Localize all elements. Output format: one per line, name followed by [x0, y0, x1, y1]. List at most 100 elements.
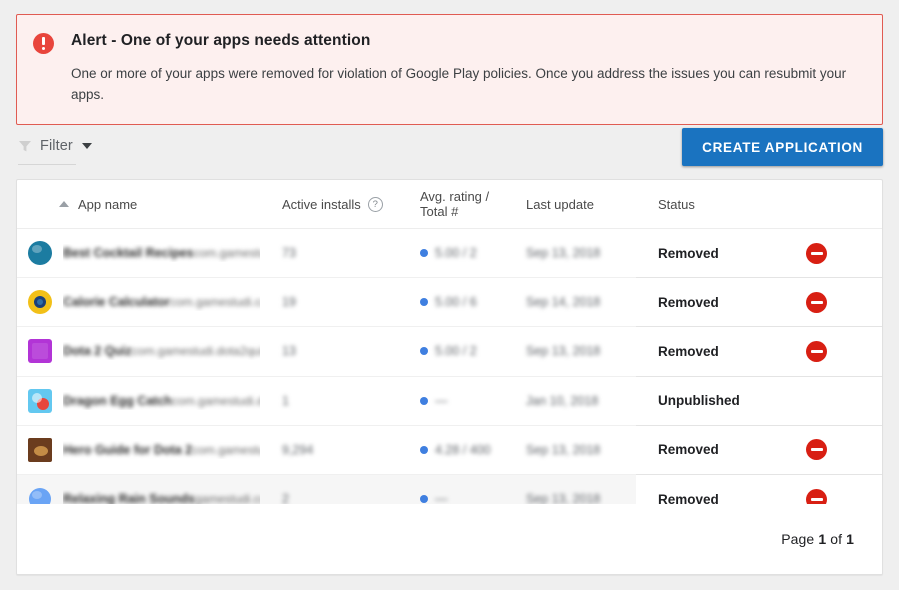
help-icon[interactable]: ?	[368, 197, 383, 212]
cell-status: Removed	[636, 425, 776, 474]
table-row[interactable]: Calorie Calculatorcom.gamestudi.caloriec…	[17, 278, 882, 327]
rating-dot-icon	[420, 298, 428, 306]
status-badge: Removed	[636, 442, 776, 457]
app-package: com.gamestudi.dota2herogui...	[192, 443, 260, 457]
cell-action	[776, 229, 882, 278]
cell-avg-rating: —	[400, 376, 504, 425]
applications-card: App name Active installs ? Avg. rating /	[16, 179, 883, 575]
column-header-active-installs-label: Active installs	[282, 197, 361, 212]
active-installs-value: 1	[260, 394, 400, 408]
app-package: com.gamestudi.cocktailfox	[194, 246, 260, 260]
column-header-actions	[776, 180, 882, 229]
app-package: com.gamestudi.dota2quiz	[132, 344, 260, 358]
app-package: com.gamestudi.drop.android	[172, 394, 260, 408]
cell-active-installs: 1	[260, 376, 400, 425]
app-icon-wrap	[27, 388, 53, 414]
cell-app-name[interactable]: Hero Guide for Dota 2com.gamestudi.dota2…	[17, 425, 260, 474]
status-badge: Removed	[636, 295, 776, 310]
avg-rating-value: 4.28 / 400	[435, 443, 491, 457]
cell-avg-rating: 5.00 / 6	[400, 278, 504, 327]
toolbar: Filter CREATE APPLICATION	[0, 126, 899, 174]
cell-last-update: Sep 13, 2018	[504, 327, 636, 376]
rating-dot-icon	[420, 446, 428, 454]
alert-exclamation-icon	[33, 33, 54, 54]
app-name: Dota 2 Quiz	[63, 344, 132, 358]
remove-circle-icon[interactable]	[806, 243, 827, 264]
avg-rating-value: —	[435, 394, 448, 408]
create-application-button[interactable]: CREATE APPLICATION	[682, 128, 883, 166]
column-header-last-update-label: Last update	[526, 197, 594, 212]
alert-body: Alert - One of your apps needs attention…	[71, 32, 862, 105]
rating-dot-icon	[420, 347, 428, 355]
app-name: Dragon Egg Catch	[63, 394, 172, 408]
avg-rating-value: 5.00 / 2	[435, 246, 477, 260]
table-body: Best Cocktail Recipescom.gamestudi.cockt…	[17, 229, 882, 524]
cell-active-installs: 19	[260, 278, 400, 327]
remove-circle-icon[interactable]	[806, 292, 827, 313]
cell-app-name[interactable]: Dota 2 Quizcom.gamestudi.dota2quiz	[17, 327, 260, 376]
column-header-last-update[interactable]: Last update	[504, 180, 636, 229]
cell-last-update: Sep 13, 2018	[504, 425, 636, 474]
active-installs-value: 9,294	[260, 443, 400, 457]
cell-last-update: Sep 13, 2018	[504, 229, 636, 278]
column-header-status[interactable]: Status	[636, 180, 776, 229]
last-update-value: Sep 13, 2018	[504, 246, 636, 260]
page-current: 1	[818, 531, 826, 547]
chevron-down-icon	[82, 143, 92, 149]
cell-active-installs: 13	[260, 327, 400, 376]
page-total: 1	[846, 531, 854, 547]
cell-action	[776, 425, 882, 474]
alert-banner: Alert - One of your apps needs attention…	[16, 14, 883, 125]
alert-message: One or more of your apps were removed fo…	[71, 63, 862, 105]
rating-dot-icon	[420, 397, 428, 405]
column-header-avg-rating-label-2: Total #	[420, 204, 458, 219]
remove-circle-icon[interactable]	[806, 341, 827, 362]
cell-active-installs: 73	[260, 229, 400, 278]
cell-status: Removed	[636, 278, 776, 327]
app-package: com.gamestudi.caloriecalcul...	[170, 295, 260, 309]
table-row[interactable]: Hero Guide for Dota 2com.gamestudi.dota2…	[17, 425, 882, 474]
avg-rating-value: 5.00 / 2	[435, 344, 477, 358]
table-row[interactable]: Dragon Egg Catchcom.gamestudi.drop.andro…	[17, 376, 882, 425]
avg-rating-value: 5.00 / 6	[435, 295, 477, 309]
cell-status: Removed	[636, 229, 776, 278]
status-badge: Removed	[636, 246, 776, 261]
last-update-value: Sep 13, 2018	[504, 443, 636, 457]
remove-circle-icon[interactable]	[806, 439, 827, 460]
page-middle: of	[830, 531, 842, 547]
last-update-value: Sep 14, 2018	[504, 295, 636, 309]
column-header-avg-rating[interactable]: Avg. rating / Total #	[400, 180, 504, 229]
app-icon	[27, 289, 53, 315]
filter-dropdown[interactable]: Filter	[18, 132, 92, 160]
rating-dot-icon	[420, 495, 428, 503]
cell-app-name[interactable]: Best Cocktail Recipescom.gamestudi.cockt…	[17, 229, 260, 278]
app-name: Calorie Calculator	[63, 295, 170, 309]
cell-action	[776, 327, 882, 376]
app-icon	[27, 338, 53, 364]
cell-action	[776, 376, 882, 425]
app-name: Hero Guide for Dota 2	[63, 443, 192, 457]
app-icon-wrap	[27, 289, 53, 315]
app-icon	[27, 240, 53, 266]
all-applications-page: Alert - One of your apps needs attention…	[0, 0, 899, 590]
cell-last-update: Sep 14, 2018	[504, 278, 636, 327]
filter-label: Filter	[40, 138, 73, 154]
table-row[interactable]: Dota 2 Quizcom.gamestudi.dota2quiz13 5.00…	[17, 327, 882, 376]
filter-underline	[18, 164, 76, 165]
cell-avg-rating: 5.00 / 2	[400, 229, 504, 278]
cell-last-update: Jan 10, 2018	[504, 376, 636, 425]
column-header-app-name-label: App name	[78, 197, 137, 212]
funnel-icon	[18, 139, 32, 153]
cell-app-name[interactable]: Dragon Egg Catchcom.gamestudi.drop.andro…	[17, 376, 260, 425]
last-update-value: Jan 10, 2018	[504, 394, 636, 408]
table-row[interactable]: Best Cocktail Recipescom.gamestudi.cockt…	[17, 229, 882, 278]
cell-avg-rating: 5.00 / 2	[400, 327, 504, 376]
app-icon-wrap	[27, 437, 53, 463]
cell-app-name[interactable]: Calorie Calculatorcom.gamestudi.caloriec…	[17, 278, 260, 327]
status-badge: Unpublished	[636, 393, 776, 408]
sort-ascending-icon	[59, 201, 69, 207]
column-header-app-name[interactable]: App name	[17, 180, 260, 229]
app-icon	[27, 388, 53, 414]
cell-avg-rating: 4.28 / 400	[400, 425, 504, 474]
column-header-active-installs[interactable]: Active installs ?	[260, 180, 400, 229]
